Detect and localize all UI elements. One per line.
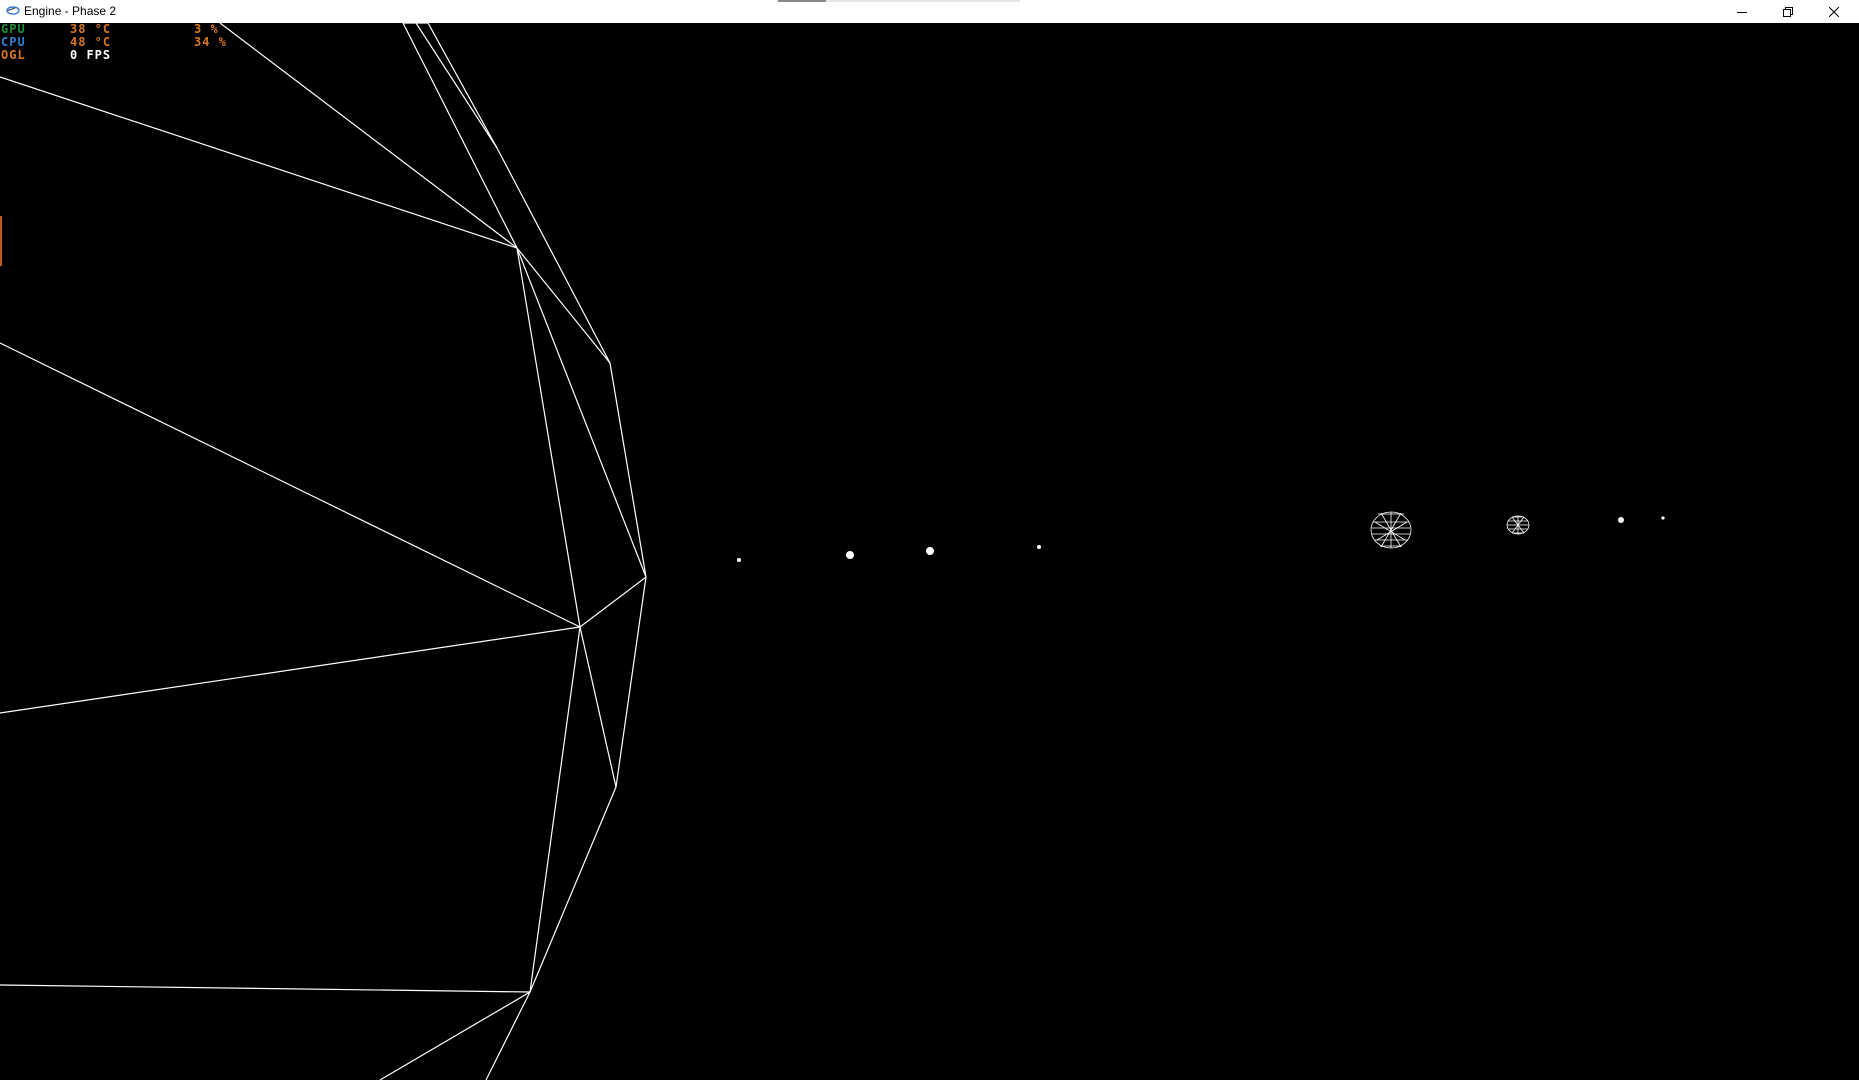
wireframe-planet-medium [1370, 511, 1412, 549]
hud-row-gpu: GPU 38 °C 3 % [0, 22, 218, 36]
titlebar-track-thumb [778, 0, 826, 2]
hud-row-ogl: OGL 0 FPS [0, 48, 110, 62]
edge-marker [0, 216, 2, 266]
planet-dot [737, 558, 741, 562]
hud-row-cpu: CPU 48 °C 34 % [0, 35, 226, 49]
scene-canvas[interactable] [0, 23, 1859, 1080]
app-window: Engine - Phase 2 GPU 38 °C 3 % CPU 48 °C… [0, 0, 1859, 1080]
hud-cpu-usage: 34 % [194, 35, 227, 49]
hud-gpu-temp: 38 °C [70, 22, 112, 36]
planet-dot [926, 547, 934, 555]
hud-ogl-label: OGL [1, 48, 26, 62]
performance-hud: GPU 38 °C 3 % CPU 48 °C 34 % OGL 0 FPS [0, 0, 260, 61]
minimize-button[interactable] [1719, 0, 1765, 23]
planet-dot [1618, 517, 1624, 523]
hud-gpu-usage: 3 % [194, 22, 219, 36]
close-button[interactable] [1811, 0, 1857, 23]
planet-dot [1661, 516, 1665, 520]
hud-cpu-label: CPU [1, 35, 26, 49]
restore-button[interactable] [1765, 0, 1811, 23]
planet-dot [1037, 545, 1041, 549]
wireframe-sphere-large [0, 23, 647, 1080]
title-bar[interactable]: Engine - Phase 2 [0, 0, 1859, 23]
hud-gpu-label: GPU [1, 22, 26, 36]
wireframe-planet-small [1506, 515, 1530, 535]
render-viewport[interactable] [0, 23, 1859, 1080]
hud-cpu-temp: 48 °C [70, 35, 112, 49]
planet-dot [846, 551, 854, 559]
minimize-icon [1737, 11, 1747, 13]
restore-icon [1783, 6, 1793, 17]
hud-fps: 0 FPS [70, 48, 112, 62]
close-icon [1829, 6, 1839, 17]
